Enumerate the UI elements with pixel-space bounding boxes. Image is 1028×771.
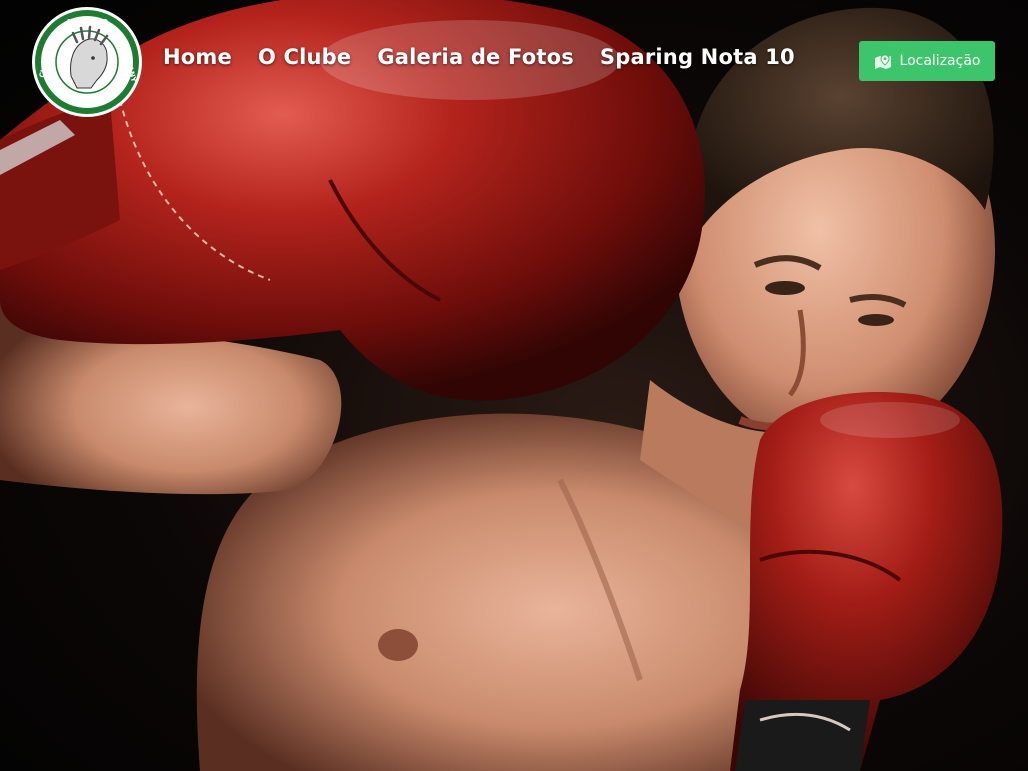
nav-link-sparing-nota-10[interactable]: Sparing Nota 10	[600, 45, 795, 69]
location-button-label: Localização	[899, 53, 981, 69]
club-logo[interactable]: ATLÉTICO CLUBE GUARANY 1939	[31, 6, 143, 118]
navbar: ATLÉTICO CLUBE GUARANY 1939 Home O Clube…	[0, 0, 1028, 120]
logo-year-text: 1939	[76, 95, 99, 104]
nav-link-home[interactable]: Home	[163, 45, 232, 69]
logo-top-text: ATLÉTICO	[66, 16, 109, 27]
location-button[interactable]: Localização	[859, 41, 995, 81]
main-nav: Home O Clube Galeria de Fotos Sparing No…	[163, 45, 821, 69]
nav-link-galeria-de-fotos[interactable]: Galeria de Fotos	[377, 45, 574, 69]
nav-link-o-clube[interactable]: O Clube	[258, 45, 351, 69]
hero-banner: ATLÉTICO CLUBE GUARANY 1939 Home O Clube…	[0, 0, 1028, 771]
map-marker-icon	[874, 54, 891, 69]
